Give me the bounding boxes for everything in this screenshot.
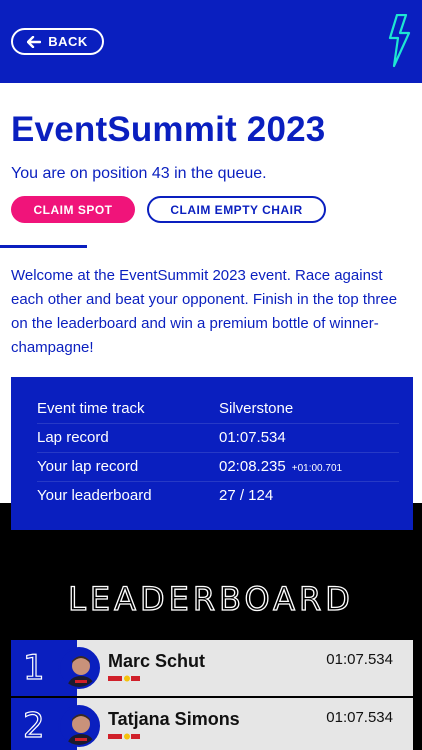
- info-row-track: Event time track Silverstone: [37, 395, 399, 424]
- claim-empty-chair-button[interactable]: CLAIM EMPTY CHAIR: [147, 196, 326, 223]
- back-button[interactable]: BACK: [11, 28, 104, 55]
- avatar: [58, 647, 100, 689]
- avatar: [58, 705, 100, 747]
- info-row-your-lap: Your lap record 02:08.235 +01:00.701: [37, 453, 399, 482]
- racer-name: Tatjana Simons: [108, 709, 240, 729]
- queue-position-text: You are on position 43 in the queue.: [11, 165, 267, 182]
- event-intro-text: Welcome at the EventSummit 2023 event. R…: [11, 267, 398, 356]
- info-row-lap-record: Lap record 01:07.534: [37, 424, 399, 453]
- lap-time: 01:07.534: [326, 651, 393, 668]
- racer-name: Marc Schut: [108, 651, 206, 671]
- info-label: Your lap record: [37, 458, 139, 475]
- info-value: 01:07.534: [219, 429, 286, 446]
- info-row-leaderboard: Your leaderboard 27 / 124: [37, 482, 399, 511]
- info-label: Your leaderboard: [37, 487, 152, 504]
- info-label: Lap record: [37, 429, 109, 446]
- leaderboard-row[interactable]: 1 Marc Schut 01:07.534: [11, 640, 413, 696]
- sponsor-logo-icon: [108, 733, 140, 740]
- leaderboard-row[interactable]: 2 Tatjana Simons 01:07.534: [11, 698, 413, 750]
- back-label: BACK: [48, 34, 88, 49]
- info-value: 02:08.235 +01:00.701: [219, 458, 343, 475]
- event-info-card: Event time track Silverstone Lap record …: [11, 377, 413, 530]
- top-bar: BACK: [0, 0, 422, 83]
- info-label: Event time track: [37, 400, 145, 417]
- lap-time: 01:07.534: [326, 709, 393, 726]
- lap-delta: +01:00.701: [291, 463, 343, 474]
- arrow-left-icon: [27, 35, 42, 48]
- info-value: Silverstone: [219, 400, 294, 417]
- lightning-bolt-icon[interactable]: [386, 14, 412, 68]
- page-title: EventSummit 2023: [11, 110, 326, 149]
- leaderboard-title: LEADERBOARD: [67, 579, 354, 618]
- info-value: 27 / 124: [219, 487, 274, 504]
- section-divider: [0, 245, 87, 248]
- sponsor-logo-icon: [108, 675, 140, 682]
- claim-spot-button[interactable]: CLAIM SPOT: [11, 196, 135, 223]
